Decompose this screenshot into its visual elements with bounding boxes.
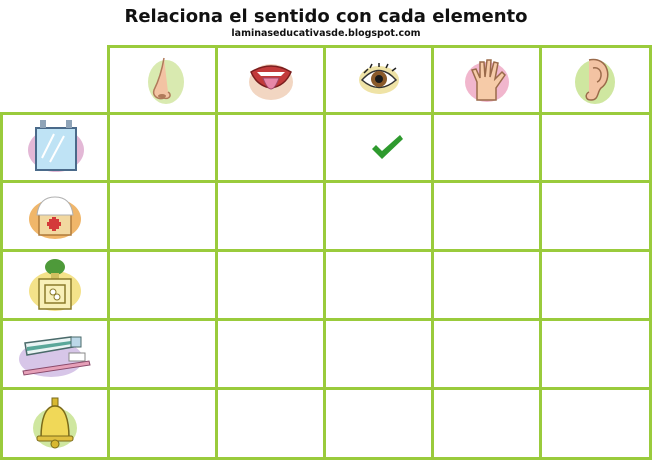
cell-bell-hand[interactable] bbox=[434, 390, 542, 460]
row-header-mirror bbox=[0, 115, 110, 183]
worksheet-title: Relaciona el sentido con cada elemento bbox=[124, 6, 528, 27]
toothpaste-toothbrush-icon bbox=[15, 325, 95, 383]
header-cell-ear bbox=[542, 45, 652, 115]
cell-mirror-mouth[interactable] bbox=[218, 115, 326, 183]
cell-bell-mouth[interactable] bbox=[218, 390, 326, 460]
cell-cake-eye[interactable] bbox=[326, 183, 434, 252]
row-header-toothpaste bbox=[0, 321, 110, 390]
worksheet-subtitle: laminaseducativasde.blogspot.com bbox=[231, 28, 421, 39]
cell-mirror-hand[interactable] bbox=[434, 115, 542, 183]
hand-icon bbox=[462, 52, 512, 108]
nose-icon bbox=[138, 52, 188, 108]
mirror-icon bbox=[24, 118, 86, 178]
cell-toothpaste-mouth[interactable] bbox=[218, 321, 326, 390]
cell-toothpaste-ear[interactable] bbox=[542, 321, 652, 390]
cell-perfume-nose[interactable] bbox=[110, 252, 218, 321]
cell-perfume-eye[interactable] bbox=[326, 252, 434, 321]
cell-toothpaste-hand[interactable] bbox=[434, 321, 542, 390]
row-header-cake bbox=[0, 183, 110, 252]
cell-bell-eye[interactable] bbox=[326, 390, 434, 460]
mouth-tongue-icon bbox=[245, 52, 297, 108]
cell-mirror-eye[interactable] bbox=[326, 115, 434, 183]
corner-cell bbox=[0, 45, 110, 115]
cell-perfume-mouth[interactable] bbox=[218, 252, 326, 321]
cell-mirror-ear[interactable] bbox=[542, 115, 652, 183]
cell-perfume-hand[interactable] bbox=[434, 252, 542, 321]
header-cell-eye bbox=[326, 45, 434, 115]
matching-grid bbox=[0, 45, 652, 468]
perfume-bottle-icon bbox=[25, 255, 85, 315]
header-cell-nose bbox=[110, 45, 218, 115]
cell-cake-mouth[interactable] bbox=[218, 183, 326, 252]
cell-cake-nose[interactable] bbox=[110, 183, 218, 252]
cell-perfume-ear[interactable] bbox=[542, 252, 652, 321]
ear-icon bbox=[571, 52, 621, 108]
cell-toothpaste-nose[interactable] bbox=[110, 321, 218, 390]
row-header-perfume bbox=[0, 252, 110, 321]
cell-mirror-nose[interactable] bbox=[110, 115, 218, 183]
cell-bell-nose[interactable] bbox=[110, 390, 218, 460]
row-header-bell bbox=[0, 390, 110, 460]
cake-icon bbox=[25, 187, 85, 245]
header-cell-hand bbox=[434, 45, 542, 115]
cell-toothpaste-eye[interactable] bbox=[326, 321, 434, 390]
cell-cake-ear[interactable] bbox=[542, 183, 652, 252]
cell-bell-ear[interactable] bbox=[542, 390, 652, 460]
bell-icon bbox=[27, 394, 83, 454]
eye-icon bbox=[354, 55, 404, 105]
cell-cake-hand[interactable] bbox=[434, 183, 542, 252]
checkmark-icon bbox=[370, 133, 404, 161]
header-cell-mouth bbox=[218, 45, 326, 115]
